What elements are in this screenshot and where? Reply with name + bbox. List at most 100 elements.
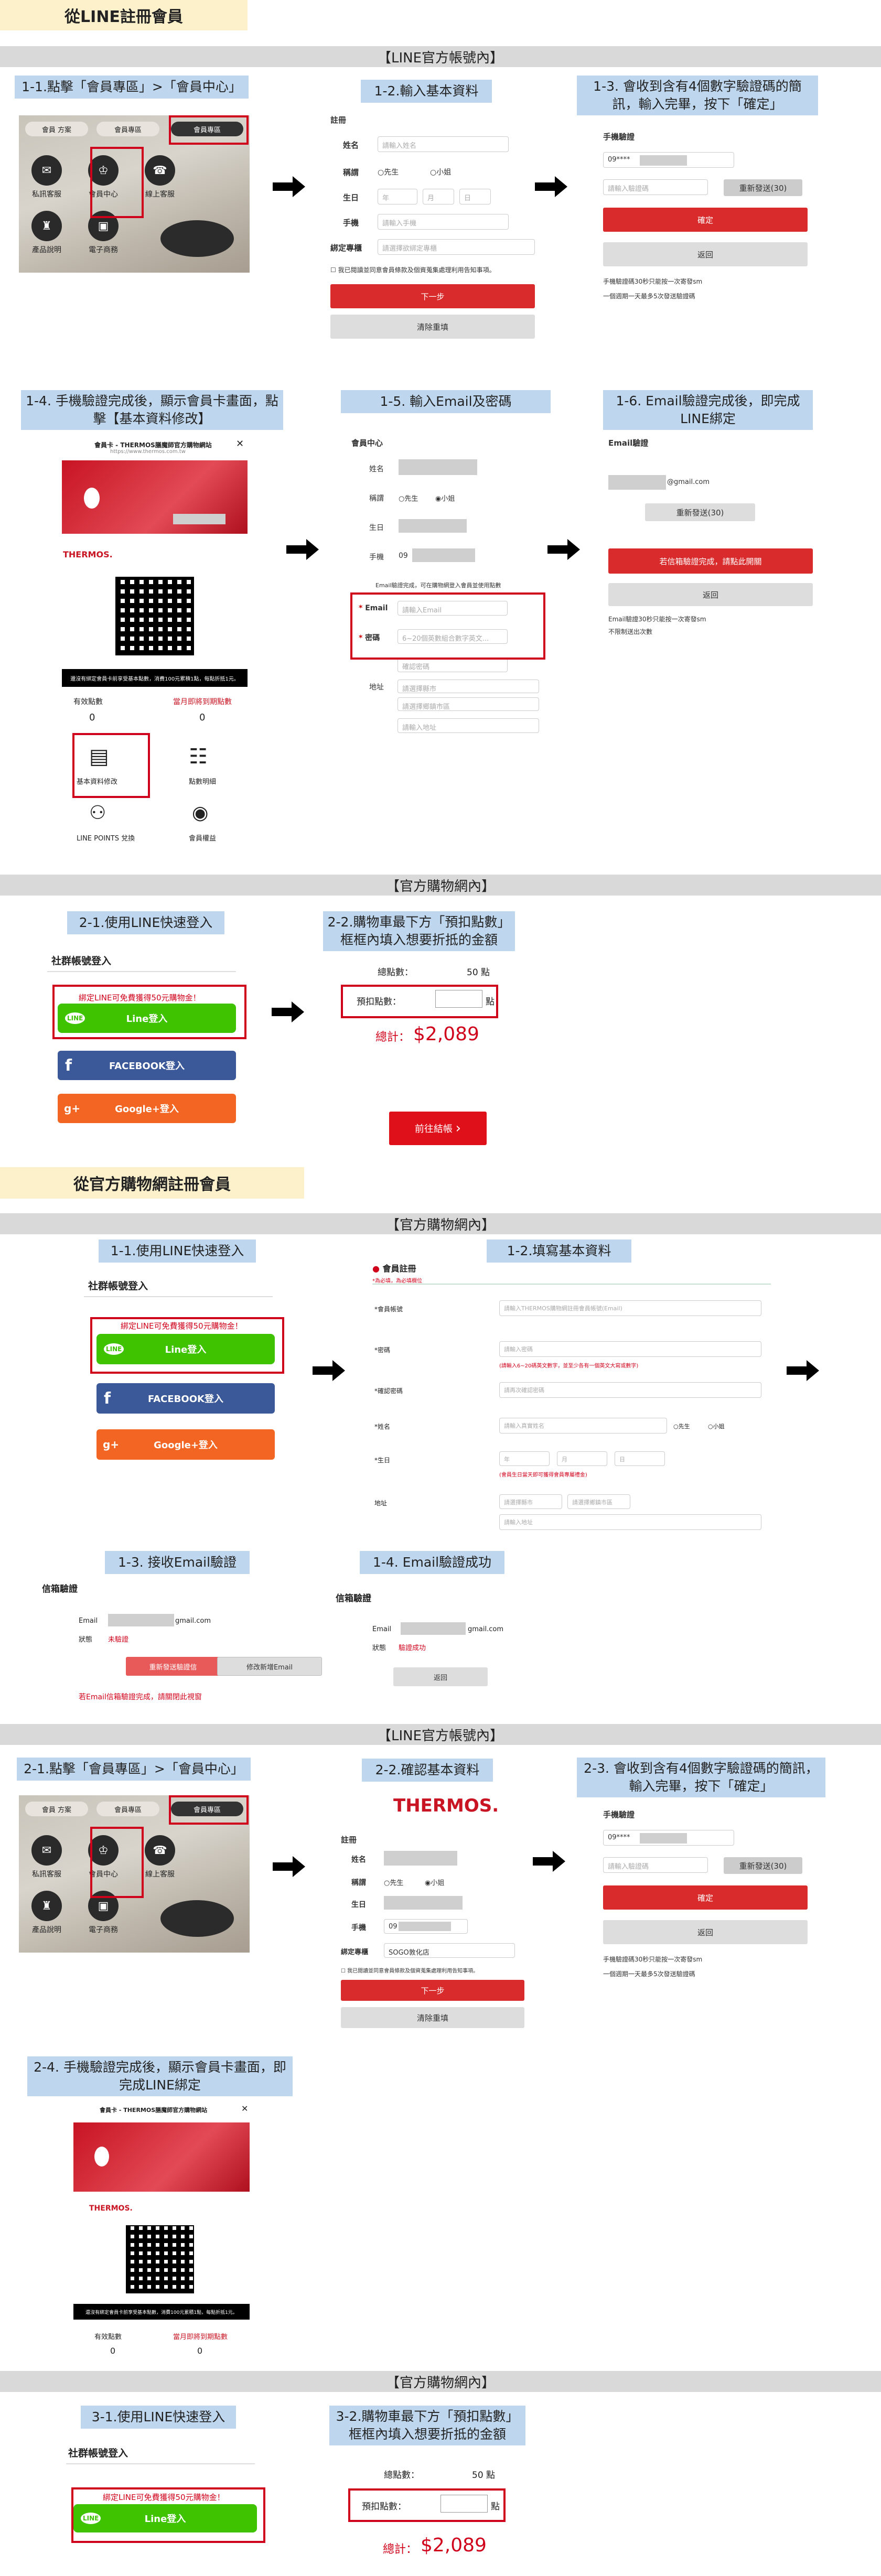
caption-e-2-2: 2-2.確認基本資料 (362, 1759, 493, 1782)
checkout-button[interactable]: 前往結帳 › (389, 1112, 487, 1145)
caption-1-3: 1-3. 會收到含有4個數字驗證碼的簡訊，輸入完畢，按下「確定」 (577, 76, 818, 115)
cp-radio-mr[interactable]: ○先生 (384, 1877, 403, 1887)
next-button[interactable]: 下一步 (330, 284, 535, 308)
back-button[interactable]: 返回 (603, 242, 808, 266)
member-rights-label[interactable]: 會員權益 (189, 833, 216, 843)
sr-bday-year[interactable]: 年 (499, 1451, 550, 1466)
product-info-icon[interactable]: ♜ (31, 211, 62, 241)
social-login-panel: 社群帳號登入 綁定LINE可免費獲得50元購物金！ LINE Line登入 f FA… (47, 953, 246, 1131)
sr-password2-input[interactable]: 請再次確認密碼 (499, 1382, 761, 1398)
sr-radio-ms[interactable]: ○小姐 (708, 1422, 725, 1430)
rich-menu-tab-1[interactable]: 會員 方案 (25, 122, 88, 136)
points-detail-icon[interactable]: ☷ (189, 745, 208, 769)
emv-header: Email驗證 (608, 438, 649, 448)
mc-password-confirm[interactable]: 確認密碼 (397, 658, 508, 672)
mok-state-value: 驗證成功 (399, 1644, 426, 1652)
cp-agree-checkbox[interactable]: ☐ 我已閱讀並同意會員條款及個資蒐集處理利用告知事項。 (341, 1966, 535, 1974)
total-label: 總計： (383, 2543, 418, 2556)
close-icon[interactable]: ✕ (241, 2104, 248, 2114)
sr-radio-mr[interactable]: ○先生 (673, 1422, 690, 1430)
social-login-header: 社群帳號登入 (51, 955, 112, 967)
card-notice: 還沒有綁定會員卡前享受基本點數，消費100元累積1點，每點折抵1元。 (73, 2304, 250, 2320)
support-icon[interactable]: ☎ (145, 1835, 175, 1866)
total-label: 總計： (375, 1031, 411, 1044)
register-header: 註冊 (330, 115, 347, 125)
emv-resend-button[interactable]: 重新發送(30) (645, 503, 755, 521)
mc-phone-label: 手機 (369, 553, 384, 562)
emv-back-button[interactable]: 返回 (608, 583, 813, 606)
close-icon[interactable]: ✕ (236, 438, 244, 449)
mok-email-label: Email (372, 1625, 392, 1633)
mc-district-select[interactable]: 請選擇鄉鎮市區 (397, 697, 539, 711)
caption-d-1-1: 1-1.使用LINE快速登入 (99, 1240, 256, 1263)
radio-ms[interactable]: ○小姐 (430, 167, 451, 177)
support-icon[interactable]: ☎ (145, 155, 175, 186)
chat-icon[interactable]: ✉ (31, 155, 62, 186)
cp-radio-ms[interactable]: ◉小姐 (425, 1877, 444, 1887)
mc-radio-mr[interactable]: ○先生 (399, 493, 418, 503)
mc-radio-ms[interactable]: ◉小姐 (435, 493, 455, 503)
facebook-login-button[interactable]: f FACEBOOK登入 (96, 1383, 275, 1414)
arrow-right-icon (272, 1001, 304, 1022)
member-rights-icon[interactable]: ◉ (192, 802, 208, 824)
mv-resend-button[interactable]: 重新發送驗證信 (126, 1657, 220, 1676)
caption-2-2: 2-2.購物車最下方「預扣點數」框框內填入想要折抵的金額 (323, 911, 515, 951)
sr-password-input[interactable]: 請輸入密碼 (499, 1341, 761, 1357)
mv-change-button[interactable]: 修改新增Email (217, 1657, 322, 1676)
sr-address-input[interactable]: 請輸入地址 (499, 1514, 761, 1530)
cp-next-button[interactable]: 下一步 (341, 1980, 524, 2001)
mok-back-button[interactable]: 返回 (393, 1667, 488, 1686)
sr-district-select[interactable]: 請選擇鄉鎮市區 (567, 1494, 630, 1509)
mok-email-suffix: gmail.com (468, 1625, 504, 1633)
mc-city-select[interactable]: 請選擇縣市 (397, 680, 539, 693)
chat-icon[interactable]: ✉ (31, 1835, 62, 1866)
mv-email-label: Email (79, 1617, 98, 1625)
points-detail-label[interactable]: 點數明細 (189, 776, 216, 786)
product-info-icon[interactable]: ♜ (31, 1891, 62, 1921)
verify-note-2: 一個週期一天最多5次發送驗證碼 (603, 1970, 695, 1978)
expiring-value: 0 (199, 712, 206, 723)
sr-name-input[interactable]: 請輸入真實姓名 (499, 1418, 667, 1433)
rich-menu-tab-1[interactable]: 會員 方案 (25, 1802, 88, 1816)
cp-store-select[interactable]: SOGO敦化店 (384, 1943, 515, 1958)
store-select[interactable]: 請選擇欲綁定專櫃 (378, 239, 535, 255)
caption-f-3-2: 3-2.購物車最下方「預扣點數」框框內填入想要折抵的金額 (329, 2406, 525, 2445)
mv-state-label: 狀態 (79, 1636, 93, 1644)
sr-bday-day[interactable]: 日 (615, 1451, 665, 1466)
code-input[interactable]: 請輸入驗證碼 (603, 179, 708, 195)
bday-year[interactable]: 年 (378, 189, 417, 204)
highlight-member-center-2 (90, 1827, 144, 1898)
confirm-button[interactable]: 確定 (603, 1885, 808, 1910)
cp-clear-button[interactable]: 清除重填 (341, 2007, 524, 2028)
google-login-button[interactable]: g+ Google+登入 (96, 1429, 275, 1460)
sr-city-select[interactable]: 請選擇縣市 (499, 1494, 562, 1509)
phone-input[interactable]: 請輸入手機 (378, 214, 509, 230)
rich-menu-tab-2[interactable]: 會員專區 (96, 122, 159, 136)
sr-bday-month[interactable]: 月 (557, 1451, 607, 1466)
resend-button[interactable]: 重新發送(30) (724, 1857, 802, 1874)
google-login-button[interactable]: g+ Google+登入 (58, 1094, 236, 1123)
band-shop-official: 【官方購物網內】 (0, 875, 881, 896)
highlight-member-tab (169, 115, 249, 145)
emv-confirm-button[interactable]: 若信箱驗證完成，請點此開關 (608, 548, 813, 574)
line-points-label[interactable]: LINE POINTS 兌換 (77, 833, 135, 843)
line-points-icon[interactable]: ⚇ (89, 802, 106, 824)
name-input[interactable]: 請輸入姓名 (378, 136, 509, 152)
rich-menu-tab-2[interactable]: 會員專區 (96, 1802, 159, 1816)
bday-day[interactable]: 日 (459, 189, 491, 204)
emv-note-1: Email驗證30秒只能按一次寄發sm (608, 616, 706, 623)
mv-email-suffix: gmail.com (175, 1617, 211, 1625)
bday-month[interactable]: 月 (423, 189, 454, 204)
sr-email-input[interactable]: 請輸入THERMOS購物網註冊會員帳號(Email) (499, 1300, 761, 1316)
agree-checkbox[interactable]: ☐ 我已閱讀並同意會員條款及個資蒐集處理利用告知事項。 (330, 265, 540, 274)
mc-address-input[interactable]: 請輸入地址 (397, 718, 539, 733)
band-line-official: 【LINE官方帳號內】 (0, 46, 881, 67)
facebook-login-button[interactable]: f FACEBOOK登入 (58, 1051, 236, 1080)
confirm-button[interactable]: 確定 (603, 208, 808, 232)
resend-button[interactable]: 重新發送(30) (724, 179, 802, 196)
clear-button[interactable]: 清除重填 (330, 315, 535, 339)
back-button[interactable]: 返回 (603, 1920, 808, 1944)
code-input[interactable]: 請輸入驗證碼 (603, 1857, 708, 1873)
radio-mr[interactable]: ○先生 (378, 167, 399, 177)
thermos-logo: THERMOS. (393, 1795, 499, 1816)
